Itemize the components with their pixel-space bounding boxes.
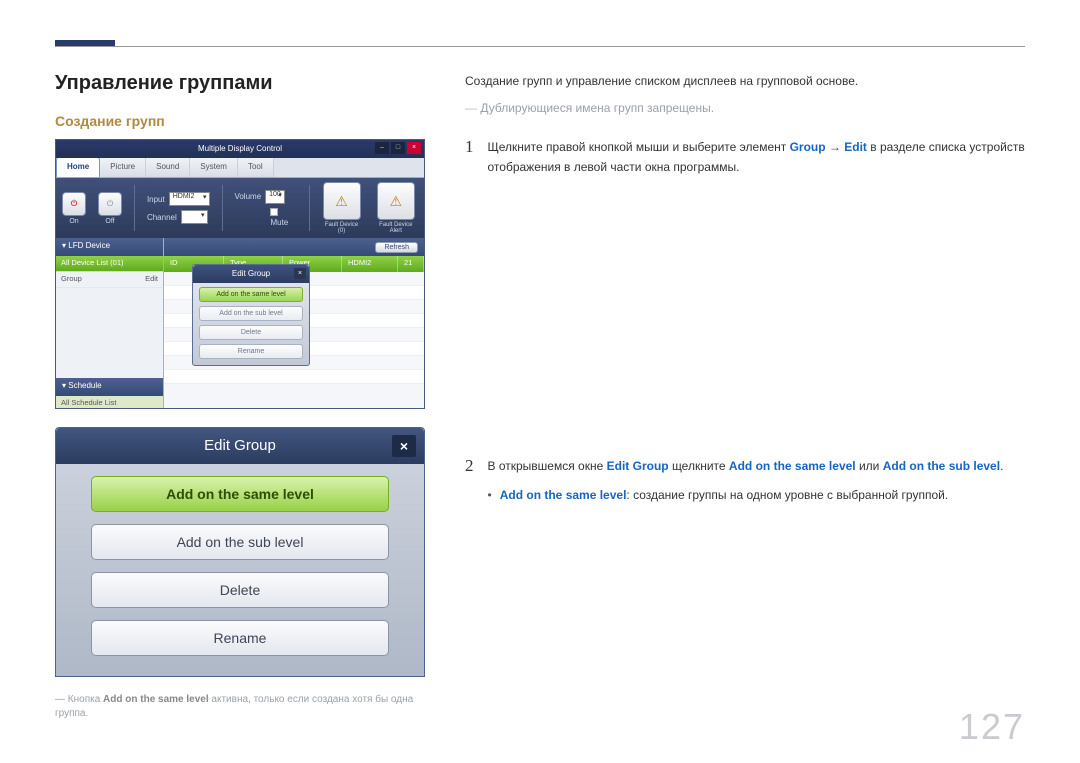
step-number: 1	[465, 138, 474, 176]
dialog-titlebar: Edit Group ×	[56, 428, 424, 464]
footnote: ― Кнопка Add on the same level активна, …	[55, 693, 425, 721]
sidebar-all-schedule[interactable]: All Schedule List	[56, 396, 163, 409]
tab-tool[interactable]: Tool	[238, 158, 274, 177]
mini-add-same-level[interactable]: Add on the same level	[199, 287, 303, 302]
dialog-title: Edit Group	[204, 437, 276, 454]
header-divider	[55, 46, 1025, 47]
ribbon-bar: ⏻ On ⏻ Off Input HDMI2 Channel Volume 100 Mu…	[56, 178, 424, 238]
kw-add-sub: Add on the sub level	[883, 459, 1000, 473]
mini-delete[interactable]: Delete	[199, 325, 303, 340]
add-same-level-button[interactable]: Add on the same level	[91, 476, 389, 512]
kw-group: Group	[790, 140, 826, 154]
content-columns: Управление группами Создание групп Multi…	[55, 72, 1025, 721]
sidebar-group-label: Group	[61, 274, 82, 285]
mini-rename[interactable]: Rename	[199, 344, 303, 359]
sidebar-header-lfd[interactable]: ▾ LFD Device	[56, 238, 163, 256]
close-icon[interactable]: ×	[294, 268, 306, 279]
step-2-body: В открывшемся окне Edit Group щелкните A…	[488, 457, 1026, 505]
col-num: 21	[398, 256, 424, 272]
page-number: 127	[959, 706, 1025, 748]
right-column: Создание групп и управление списком дисп…	[465, 72, 1025, 721]
sidebar-group-row[interactable]: Group Edit	[56, 272, 163, 288]
delete-button[interactable]: Delete	[91, 572, 389, 608]
bullet-add-same: Add on the same level: создание группы н…	[488, 486, 1026, 505]
section-heading: Управление группами	[55, 72, 425, 95]
input-label: Input	[147, 195, 165, 204]
grid-toolbar: Refresh	[164, 238, 424, 256]
ribbon-separator	[222, 185, 223, 231]
app-title: Multiple Display Control	[198, 144, 282, 153]
intro-text: Создание групп и управление списком дисп…	[465, 72, 1025, 91]
volume-value[interactable]: 100	[265, 190, 285, 204]
step-1: 1 Щелкните правой кнопкой мыши и выберит…	[465, 138, 1025, 176]
refresh-button[interactable]: Refresh	[375, 242, 418, 253]
sidebar: ▾ LFD Device All Device List (01) Group …	[56, 238, 164, 409]
left-column: Управление группами Создание групп Multi…	[55, 72, 425, 721]
ribbon-separator	[134, 185, 135, 231]
minimize-icon[interactable]: –	[375, 142, 389, 154]
step-number: 2	[465, 457, 474, 505]
kw-add-same: Add on the same level	[729, 459, 856, 473]
tab-system[interactable]: System	[190, 158, 238, 177]
tab-sound[interactable]: Sound	[146, 158, 190, 177]
power-on-button[interactable]: ⏻	[62, 192, 86, 216]
mdc-app-screenshot: Multiple Display Control – □ × Home Pict…	[55, 139, 425, 409]
fault-alert-button[interactable]: ⚠	[377, 182, 415, 220]
fault-device-button[interactable]: ⚠	[323, 182, 361, 220]
subsection-heading: Создание групп	[55, 113, 425, 129]
tab-picture[interactable]: Picture	[100, 158, 146, 177]
edit-group-mini-popup: Edit Group × Add on the same level Add o…	[192, 264, 310, 366]
rename-button[interactable]: Rename	[91, 620, 389, 656]
mini-popup-title: Edit Group ×	[193, 265, 309, 283]
sidebar-header-schedule[interactable]: ▾ Schedule	[56, 378, 163, 396]
volume-label: Volume	[234, 192, 261, 201]
edit-group-dialog: Edit Group × Add on the same level Add o…	[55, 427, 425, 677]
close-icon[interactable]: ×	[407, 142, 421, 154]
kw-edit: Edit	[844, 140, 867, 154]
step-1-body: Щелкните правой кнопкой мыши и выберите …	[488, 138, 1026, 176]
gray-note: Дублирующиеся имена групп запрещены.	[465, 99, 1025, 118]
ribbon-separator	[309, 185, 310, 231]
fault-alert-label: Fault Device Alert	[374, 222, 418, 234]
off-label: Off	[105, 218, 114, 225]
fault-device-label: Fault Device (0)	[322, 222, 362, 234]
input-select[interactable]: HDMI2	[169, 192, 210, 206]
sidebar-all-device[interactable]: All Device List (01)	[56, 256, 163, 272]
ribbon-tabs: Home Picture Sound System Tool	[56, 158, 424, 178]
kw-edit-group: Edit Group	[607, 459, 669, 473]
app-titlebar: Multiple Display Control – □ ×	[56, 140, 424, 158]
mute-checkbox[interactable]: Mute	[270, 208, 296, 227]
main-panel: Refresh ID Type Power HDMI2 21	[164, 238, 424, 409]
close-icon[interactable]: ×	[392, 435, 416, 457]
tab-home[interactable]: Home	[56, 157, 100, 177]
maximize-icon[interactable]: □	[391, 142, 405, 154]
channel-label: Channel	[147, 213, 177, 222]
mini-add-sub-level[interactable]: Add on the sub level	[199, 306, 303, 321]
sidebar-group-edit[interactable]: Edit	[145, 274, 158, 285]
window-buttons: – □ ×	[375, 142, 421, 154]
table-row[interactable]	[164, 370, 424, 384]
add-sub-level-button[interactable]: Add on the sub level	[91, 524, 389, 560]
col-input: HDMI2	[342, 256, 398, 272]
step-2: 2 В открывшемся окне Edit Group щелкните…	[465, 457, 1025, 505]
on-label: On	[69, 218, 78, 225]
power-off-button[interactable]: ⏻	[98, 192, 122, 216]
channel-select[interactable]	[181, 210, 208, 224]
